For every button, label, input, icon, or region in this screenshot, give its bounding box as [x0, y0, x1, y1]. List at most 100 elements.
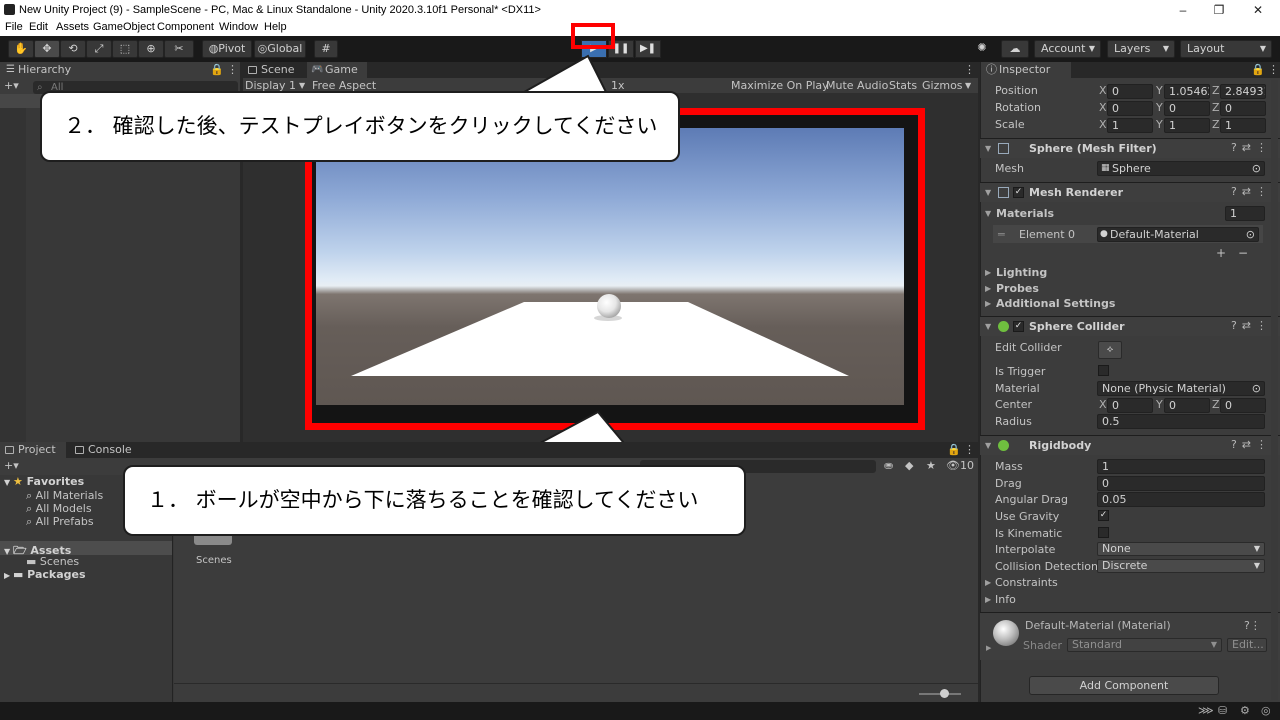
component-tools-icons[interactable]: ?⇄⋮: [1231, 319, 1272, 332]
game-render[interactable]: [316, 128, 904, 405]
filter-type-icon[interactable]: ⛂: [884, 459, 893, 472]
kebab-menu-icon[interactable]: ⋮: [227, 63, 238, 76]
favorites-row[interactable]: ▼ ★ Favorites: [4, 475, 84, 488]
maximize-on-play-toggle[interactable]: Maximize On Play: [731, 79, 829, 92]
collider-material-field[interactable]: None (Physic Material) ⊙: [1097, 381, 1265, 396]
kebab-menu-icon[interactable]: ⋮: [964, 63, 975, 76]
mesh-renderer-header[interactable]: ▼ ✓ Mesh Renderer ?⇄⋮: [980, 182, 1280, 202]
mass-field[interactable]: 1: [1097, 459, 1265, 474]
scenes-row[interactable]: ▬ Scenes: [26, 555, 79, 568]
center-x-field[interactable]: 0: [1107, 398, 1153, 413]
remove-element-button[interactable]: −: [1238, 246, 1248, 260]
hidden-packages-icon[interactable]: 👁: [946, 459, 960, 472]
menu-gameobject[interactable]: GameObject: [93, 21, 155, 33]
step-button[interactable]: ▶❚: [635, 40, 661, 58]
materials-label[interactable]: Materials: [996, 207, 1054, 220]
tab-game[interactable]: 🎮 Game: [307, 62, 367, 78]
center-y-field[interactable]: 0: [1164, 398, 1210, 413]
rigidbody-header[interactable]: ▼ Rigidbody ?⇄⋮: [980, 435, 1280, 455]
position-x-field[interactable]: 0: [1107, 84, 1153, 99]
lock-icon[interactable]: 🔒: [1251, 63, 1265, 76]
tab-hierarchy[interactable]: ☰ Hierarchy: [0, 62, 240, 78]
rotation-x-field[interactable]: 0: [1107, 101, 1153, 116]
component-tools-icons[interactable]: ?⇄⋮: [1231, 185, 1272, 198]
tag-icon[interactable]: ◆: [905, 459, 913, 472]
object-picker-icon[interactable]: ⊙: [1252, 162, 1261, 175]
kebab-menu-icon[interactable]: ⋮: [1268, 63, 1279, 76]
layout-dropdown[interactable]: Layout ▼: [1180, 40, 1272, 58]
shader-edit-button[interactable]: Edit...: [1227, 638, 1267, 652]
interpolate-dropdown[interactable]: None ▼: [1097, 542, 1265, 556]
drag-handle-icon[interactable]: ═: [998, 228, 1005, 241]
gizmos-toggle[interactable]: Gizmos: [922, 79, 963, 92]
rotation-y-field[interactable]: 0: [1164, 101, 1210, 116]
mesh-filter-header[interactable]: ▼ Sphere (Mesh Filter) ?⇄⋮: [980, 138, 1280, 158]
fav-all-prefabs[interactable]: ⌕ All Prefabs: [26, 515, 94, 529]
minimize-button[interactable]: –: [1165, 0, 1201, 20]
tab-scene[interactable]: Scene: [243, 62, 305, 78]
menu-edit[interactable]: Edit: [29, 21, 48, 33]
shader-dropdown[interactable]: Standard ▼: [1067, 638, 1222, 652]
scale-tool-icon[interactable]: ⤢: [86, 40, 112, 58]
sphere-collider-enabled-checkbox[interactable]: ✓: [1013, 321, 1024, 332]
lighting-foldout[interactable]: Lighting: [996, 266, 1047, 279]
star-icon[interactable]: ★: [926, 459, 936, 472]
angular-drag-field[interactable]: 0.05: [1097, 492, 1265, 507]
menu-assets[interactable]: Assets: [56, 21, 89, 33]
lock-icon[interactable]: 🔒: [947, 443, 961, 456]
lock-icon[interactable]: 🔒: [210, 63, 224, 76]
material-tools-icons[interactable]: ?⋮: [1244, 619, 1261, 632]
rotation-z-field[interactable]: 0: [1220, 101, 1266, 116]
rotate-tool-icon[interactable]: ⟲: [60, 40, 86, 58]
edit-collider-button[interactable]: ⟡: [1098, 341, 1122, 359]
fav-all-models[interactable]: ⌕ All Models: [26, 502, 92, 516]
element-0-field[interactable]: ● Default-Material ⊙: [1097, 227, 1259, 242]
component-tools-icons[interactable]: ?⇄⋮: [1231, 141, 1272, 154]
layers-dropdown[interactable]: Layers ▼: [1107, 40, 1175, 58]
constraints-foldout[interactable]: Constraints: [995, 576, 1058, 589]
drag-field[interactable]: 0: [1097, 476, 1265, 491]
object-picker-icon[interactable]: ⊙: [1246, 228, 1255, 241]
scale-z-field[interactable]: 1: [1220, 118, 1266, 133]
tab-console[interactable]: Console: [70, 442, 140, 458]
additional-settings-foldout[interactable]: Additional Settings: [996, 297, 1115, 310]
add-button[interactable]: +▾: [4, 459, 19, 472]
collision-detection-dropdown[interactable]: Discrete ▼: [1097, 559, 1265, 573]
add-button[interactable]: +▾: [4, 79, 19, 92]
is-kinematic-checkbox[interactable]: [1098, 527, 1109, 538]
position-z-field[interactable]: 2.84931: [1220, 84, 1266, 99]
rect-tool-icon[interactable]: ⬚: [112, 40, 138, 58]
lighting-icon[interactable]: ✺: [970, 40, 994, 58]
mesh-field[interactable]: ▦ Sphere ⊙: [1097, 161, 1265, 176]
use-gravity-checkbox[interactable]: ✓: [1098, 510, 1109, 521]
grid-snap-icon[interactable]: #: [314, 40, 338, 58]
menu-help[interactable]: Help: [264, 21, 287, 33]
add-component-button[interactable]: Add Component: [1029, 676, 1219, 695]
transform-tool-icon[interactable]: ⊕: [138, 40, 164, 58]
maximize-button[interactable]: ❐: [1201, 0, 1237, 20]
component-tools-icons[interactable]: ?⇄⋮: [1231, 438, 1272, 451]
mute-audio-toggle[interactable]: Mute Audio: [826, 79, 888, 92]
inspector-scrollbar[interactable]: [1271, 80, 1278, 700]
zoom-slider-handle[interactable]: [940, 689, 949, 698]
scale-y-field[interactable]: 1: [1164, 118, 1210, 133]
move-tool-icon[interactable]: ✥: [34, 40, 60, 58]
is-trigger-checkbox[interactable]: [1098, 365, 1109, 376]
scale-x-field[interactable]: 1: [1107, 118, 1153, 133]
radius-field[interactable]: 0.5: [1097, 414, 1265, 429]
kebab-menu-icon[interactable]: ⋮: [964, 443, 975, 456]
fav-all-materials[interactable]: ⌕ All Materials: [26, 489, 103, 503]
account-dropdown[interactable]: Account ▼: [1034, 40, 1101, 58]
hand-tool-icon[interactable]: ✋: [8, 40, 34, 58]
center-z-field[interactable]: 0: [1220, 398, 1266, 413]
mesh-renderer-enabled-checkbox[interactable]: ✓: [1013, 187, 1024, 198]
menu-file[interactable]: File: [5, 21, 23, 33]
object-picker-icon[interactable]: ⊙: [1252, 382, 1261, 395]
progress-icon[interactable]: ⋙: [1198, 704, 1214, 717]
menu-component[interactable]: Component: [157, 21, 214, 33]
stats-toggle[interactable]: Stats: [889, 79, 917, 92]
pivot-toggle[interactable]: ◍Pivot: [202, 40, 252, 58]
cloud-icon[interactable]: ☁: [1001, 40, 1029, 58]
close-button[interactable]: ✕: [1240, 0, 1276, 20]
custom-tool-icon[interactable]: ✂: [164, 40, 194, 58]
